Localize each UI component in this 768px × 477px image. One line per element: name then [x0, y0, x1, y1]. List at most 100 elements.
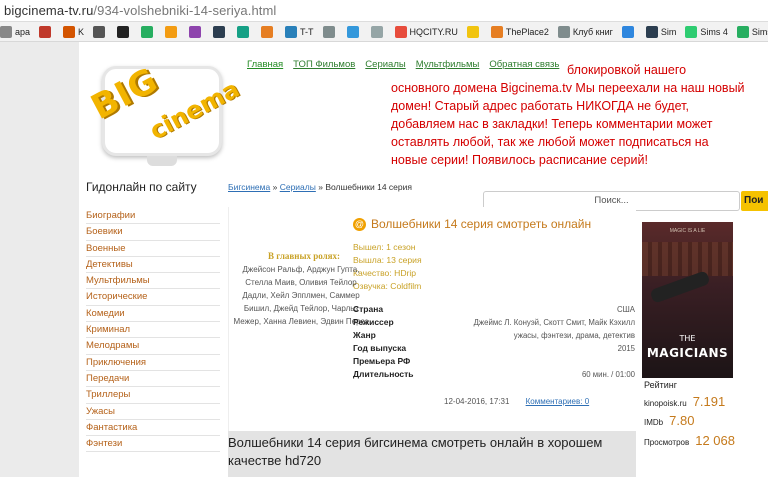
sidebar-item[interactable]: Исторические — [86, 289, 220, 306]
poster-bookshelf — [642, 242, 733, 276]
bookmark-item[interactable] — [370, 25, 386, 38]
bookmark-item[interactable] — [621, 25, 637, 38]
bookmark-item[interactable] — [165, 25, 180, 38]
announcement-body: основного домена Bigcinema.tv Мы перееха… — [391, 81, 745, 167]
bookmark-icon — [0, 25, 12, 38]
sidebar-item[interactable]: Мелодрамы — [86, 338, 220, 355]
bookmark-item[interactable]: Sim — [645, 25, 676, 38]
plane-icon — [370, 25, 383, 38]
bookmark-label: T-T — [300, 26, 314, 37]
movie-title[interactable]: @ Волшебники 14 серия смотреть онлайн — [353, 217, 591, 231]
sidebar-item[interactable]: Военные — [86, 241, 220, 257]
detail-row: Длительность 60 мин. / 01:00 — [353, 368, 635, 381]
sidebar-genre-list: Биографии Боевики Военные Детективы Мультфил… — [86, 208, 220, 453]
bookmark-item[interactable]: Sims 4 — [685, 25, 728, 38]
breadcrumb-section[interactable]: Сериалы — [280, 182, 316, 192]
views-count: Просмотров 12 068 — [644, 433, 735, 448]
hands-icon — [322, 25, 335, 38]
address-bar[interactable]: bigcinema-tv.ru/934-volshebniki-14-seriy… — [0, 0, 768, 22]
nav-home[interactable]: Главная — [247, 59, 283, 70]
bookmark-item[interactable]: ThePlace2 — [490, 25, 549, 38]
movie-poster[interactable]: MAGIC IS A LIE THE MAGICIANS — [642, 222, 733, 378]
imdb-value: 7.80 — [669, 413, 695, 428]
detail-value: ужасы, фэнтези, драма, детектив — [513, 331, 635, 340]
detail-value: 2015 — [617, 344, 635, 353]
bookmark-label: HQCITY.RU — [409, 26, 458, 37]
s4-icon — [736, 25, 749, 38]
detail-key: Режиссер — [353, 317, 394, 327]
bookmark-item[interactable] — [466, 25, 482, 38]
heart-icon — [394, 25, 407, 38]
detail-row: Год выпуска 2015 — [353, 342, 635, 355]
sidebar-item[interactable]: Криминал — [86, 322, 220, 339]
bookmark-item[interactable]: Клуб книг — [557, 25, 613, 38]
bookmark-item[interactable] — [93, 25, 108, 38]
announcement-line1: блокировкой нашего — [567, 63, 687, 77]
bookmark-item[interactable] — [237, 25, 252, 38]
sidebar-item[interactable]: Фантастика — [86, 420, 220, 437]
sidebar-item[interactable]: Передачи — [86, 371, 220, 388]
sidebar-item[interactable]: Биографии — [86, 208, 220, 225]
sidebar-item[interactable]: Ужасы — [86, 404, 220, 420]
detail-value: США — [617, 305, 635, 314]
bookmark-item[interactable] — [141, 25, 156, 38]
tt-icon — [285, 25, 298, 38]
detail-key: Год выпуска — [353, 343, 407, 353]
detail-value: 60 мин. / 01:00 — [581, 370, 635, 379]
bookmark-item[interactable] — [213, 25, 228, 38]
seo-title: Волшебники 14 серия бигсинема смотреть о… — [228, 431, 636, 477]
bookmark-label: ара — [15, 26, 31, 37]
breadcrumb-home[interactable]: Бигсинема — [228, 182, 270, 192]
plumbob-icon — [685, 25, 698, 38]
detail-key: Жанр — [353, 330, 376, 340]
bookmark-item[interactable] — [261, 25, 276, 38]
detail-row: Страна США — [353, 303, 635, 316]
bookmark-item[interactable] — [346, 25, 362, 38]
at-icon: @ — [353, 217, 366, 231]
place-icon — [490, 25, 503, 38]
sidebar-item[interactable]: Мультфильмы — [86, 273, 220, 290]
book-icon — [557, 25, 570, 38]
rating-heading: Рейтинг — [644, 380, 678, 390]
k-site-icon — [63, 25, 76, 38]
comments-link[interactable]: Комментариев: 0 — [526, 397, 590, 406]
kinopoisk-value: 7.191 — [692, 394, 726, 409]
breadcrumb: Бигсинема » Сериалы » Волшебники 14 сери… — [228, 182, 412, 192]
sidebar-item[interactable]: Фэнтези — [86, 436, 220, 453]
bookmark-label: Sims4-1 — [751, 26, 768, 37]
bookmark-item[interactable] — [117, 25, 132, 38]
dropbox-icon — [621, 25, 634, 38]
bookmark-item[interactable]: HQCITY.RU — [394, 25, 458, 38]
search-button[interactable]: Пои — [741, 191, 768, 211]
bookmark-item[interactable]: K — [63, 25, 84, 38]
movie-details-table: Страна США Режиссер Джеймс Л. Конуэй, Скотт… — [353, 303, 635, 381]
kinopoisk-rating: kinopoisk.ru 7.191 — [644, 394, 725, 409]
movie-title-text: Волшебники 14 серия смотреть онлайн — [371, 217, 592, 231]
sidebar-item[interactable]: Боевики — [86, 224, 220, 241]
imdb-label: IMDb — [644, 418, 664, 427]
sidebar-item[interactable]: Приключения — [86, 355, 220, 371]
page-background: BIG cinema Главная ТОП Фильмов Сериалы М… — [0, 42, 768, 477]
bookmarks-bar: ара K T-T HQCITY.RU ThePlace2 Клуб книг Sim Sim… — [0, 22, 768, 42]
bookmark-item[interactable]: Sims4-1 — [736, 25, 768, 38]
bookmark-item[interactable] — [189, 25, 204, 38]
football-icon — [39, 25, 52, 38]
sun-icon — [261, 25, 274, 38]
hd-icon — [117, 25, 130, 38]
site-logo[interactable]: BIG cinema — [84, 44, 244, 169]
sidebar-item[interactable]: Триллеры — [86, 387, 220, 404]
url-text[interactable]: bigcinema-tv.ru/934-volshebniki-14-seriy… — [4, 3, 276, 18]
detail-row: Режиссер Джеймс Л. Конуэй, Скотт Смит, Ма… — [353, 316, 635, 329]
bookmark-item[interactable]: ара — [0, 25, 31, 38]
bookmark-item[interactable]: T-T — [285, 25, 314, 38]
nav-top-films[interactable]: ТОП Фильмов — [293, 59, 355, 70]
bookmark-item[interactable] — [322, 25, 338, 38]
sidebar-item[interactable]: Детективы — [86, 257, 220, 274]
imdb-rating: IMDb 7.80 — [644, 413, 694, 428]
breadcrumb-sep: » — [318, 182, 323, 192]
bookmark-item[interactable] — [39, 25, 54, 38]
sidebar-item[interactable]: Комедии — [86, 306, 220, 323]
announcement-text: блокировкой нашего основного домена Bigc… — [391, 61, 746, 169]
detail-key: Премьера РФ — [353, 356, 411, 366]
image-icon — [237, 25, 250, 38]
